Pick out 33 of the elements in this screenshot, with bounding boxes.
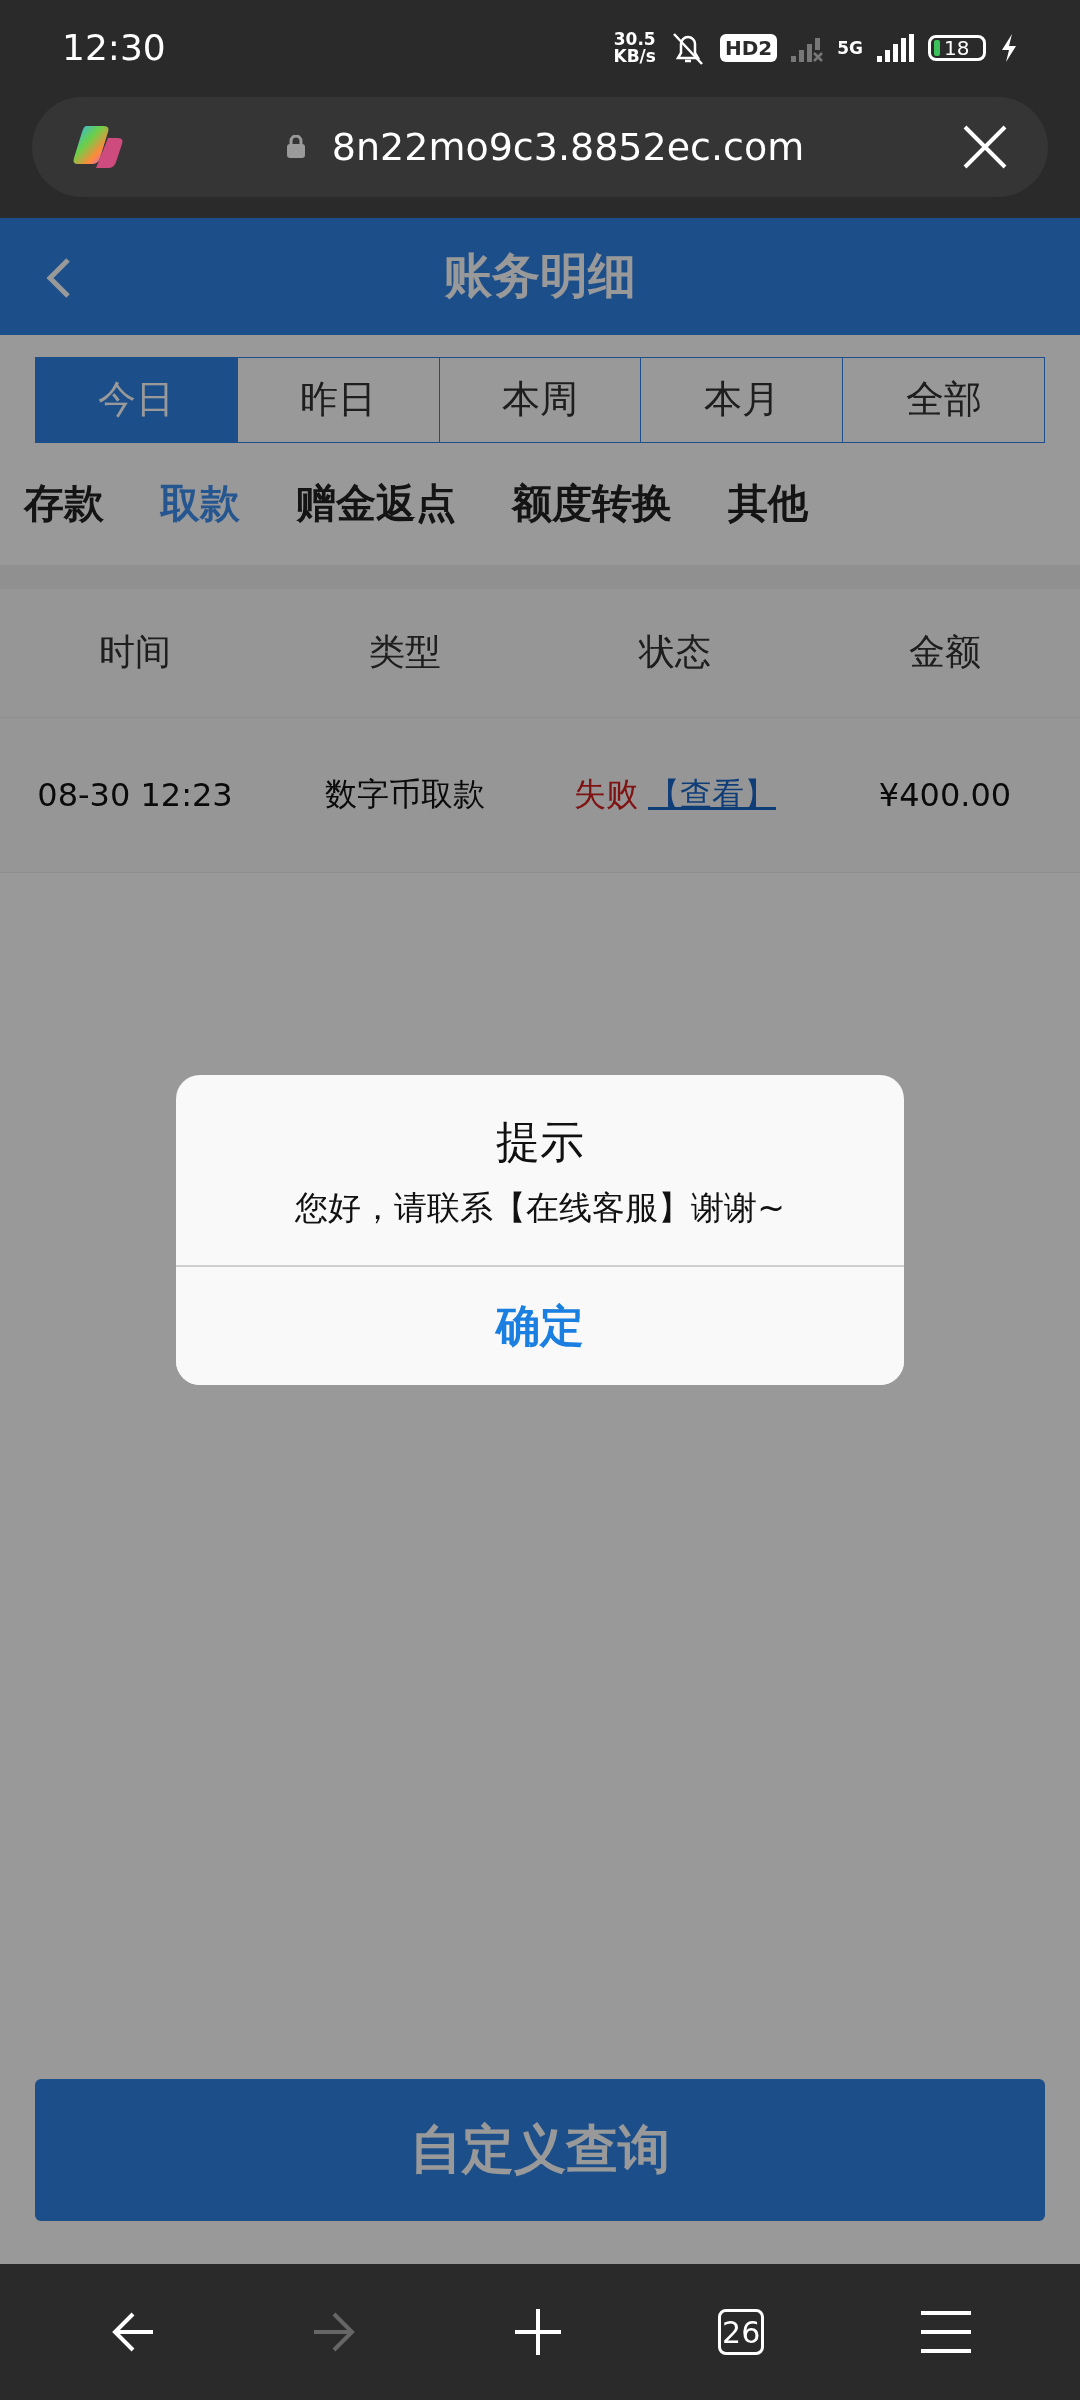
- page-title: 账务明细: [444, 246, 636, 306]
- battery-fill-icon: [934, 39, 940, 56]
- url-text: 8n22mo9c3.8852ec.com: [331, 125, 805, 169]
- close-icon[interactable]: [962, 124, 1008, 170]
- network-type: 5G: [837, 37, 863, 58]
- category-tab[interactable]: 额度转换: [512, 476, 672, 532]
- time-cell-text: 08-30 12:23: [36, 775, 234, 814]
- clock-time: 12:30: [62, 27, 167, 68]
- column-header: 状态: [637, 630, 712, 675]
- category-tab[interactable]: 存款: [24, 476, 104, 532]
- dialog-title: 提示: [496, 1115, 584, 1169]
- confirm-button[interactable]: 确定: [176, 1265, 904, 1385]
- network-speed: 30.5: [613, 30, 656, 48]
- column-header: 类型: [368, 630, 442, 675]
- back-icon[interactable]: [44, 255, 72, 300]
- category-tab[interactable]: 其他: [728, 476, 808, 532]
- status-text: 失败: [574, 773, 638, 815]
- charging-icon: [1000, 33, 1018, 62]
- menu-icon[interactable]: [921, 2310, 972, 2354]
- amount-cell-text: ¥400.00: [877, 775, 1013, 814]
- speed-unit: KB/s: [613, 47, 656, 65]
- type-cell-text: 数字币取款: [324, 773, 486, 815]
- view-link[interactable]: 【查看】: [648, 772, 776, 817]
- dialog-message: 您好，请联系【在线客服】谢谢~: [295, 1187, 785, 1229]
- lock-icon: [285, 135, 306, 159]
- tab-count-button[interactable]: 26: [718, 2309, 765, 2355]
- plus-icon[interactable]: [514, 2309, 561, 2355]
- column-header: 时间: [98, 630, 172, 675]
- signal-icon: [877, 33, 914, 62]
- battery-level: 18: [944, 35, 970, 60]
- column-header: 金额: [908, 630, 982, 675]
- category-tab[interactable]: 赠金返点: [296, 476, 456, 532]
- hd-badge: HD2: [719, 33, 778, 62]
